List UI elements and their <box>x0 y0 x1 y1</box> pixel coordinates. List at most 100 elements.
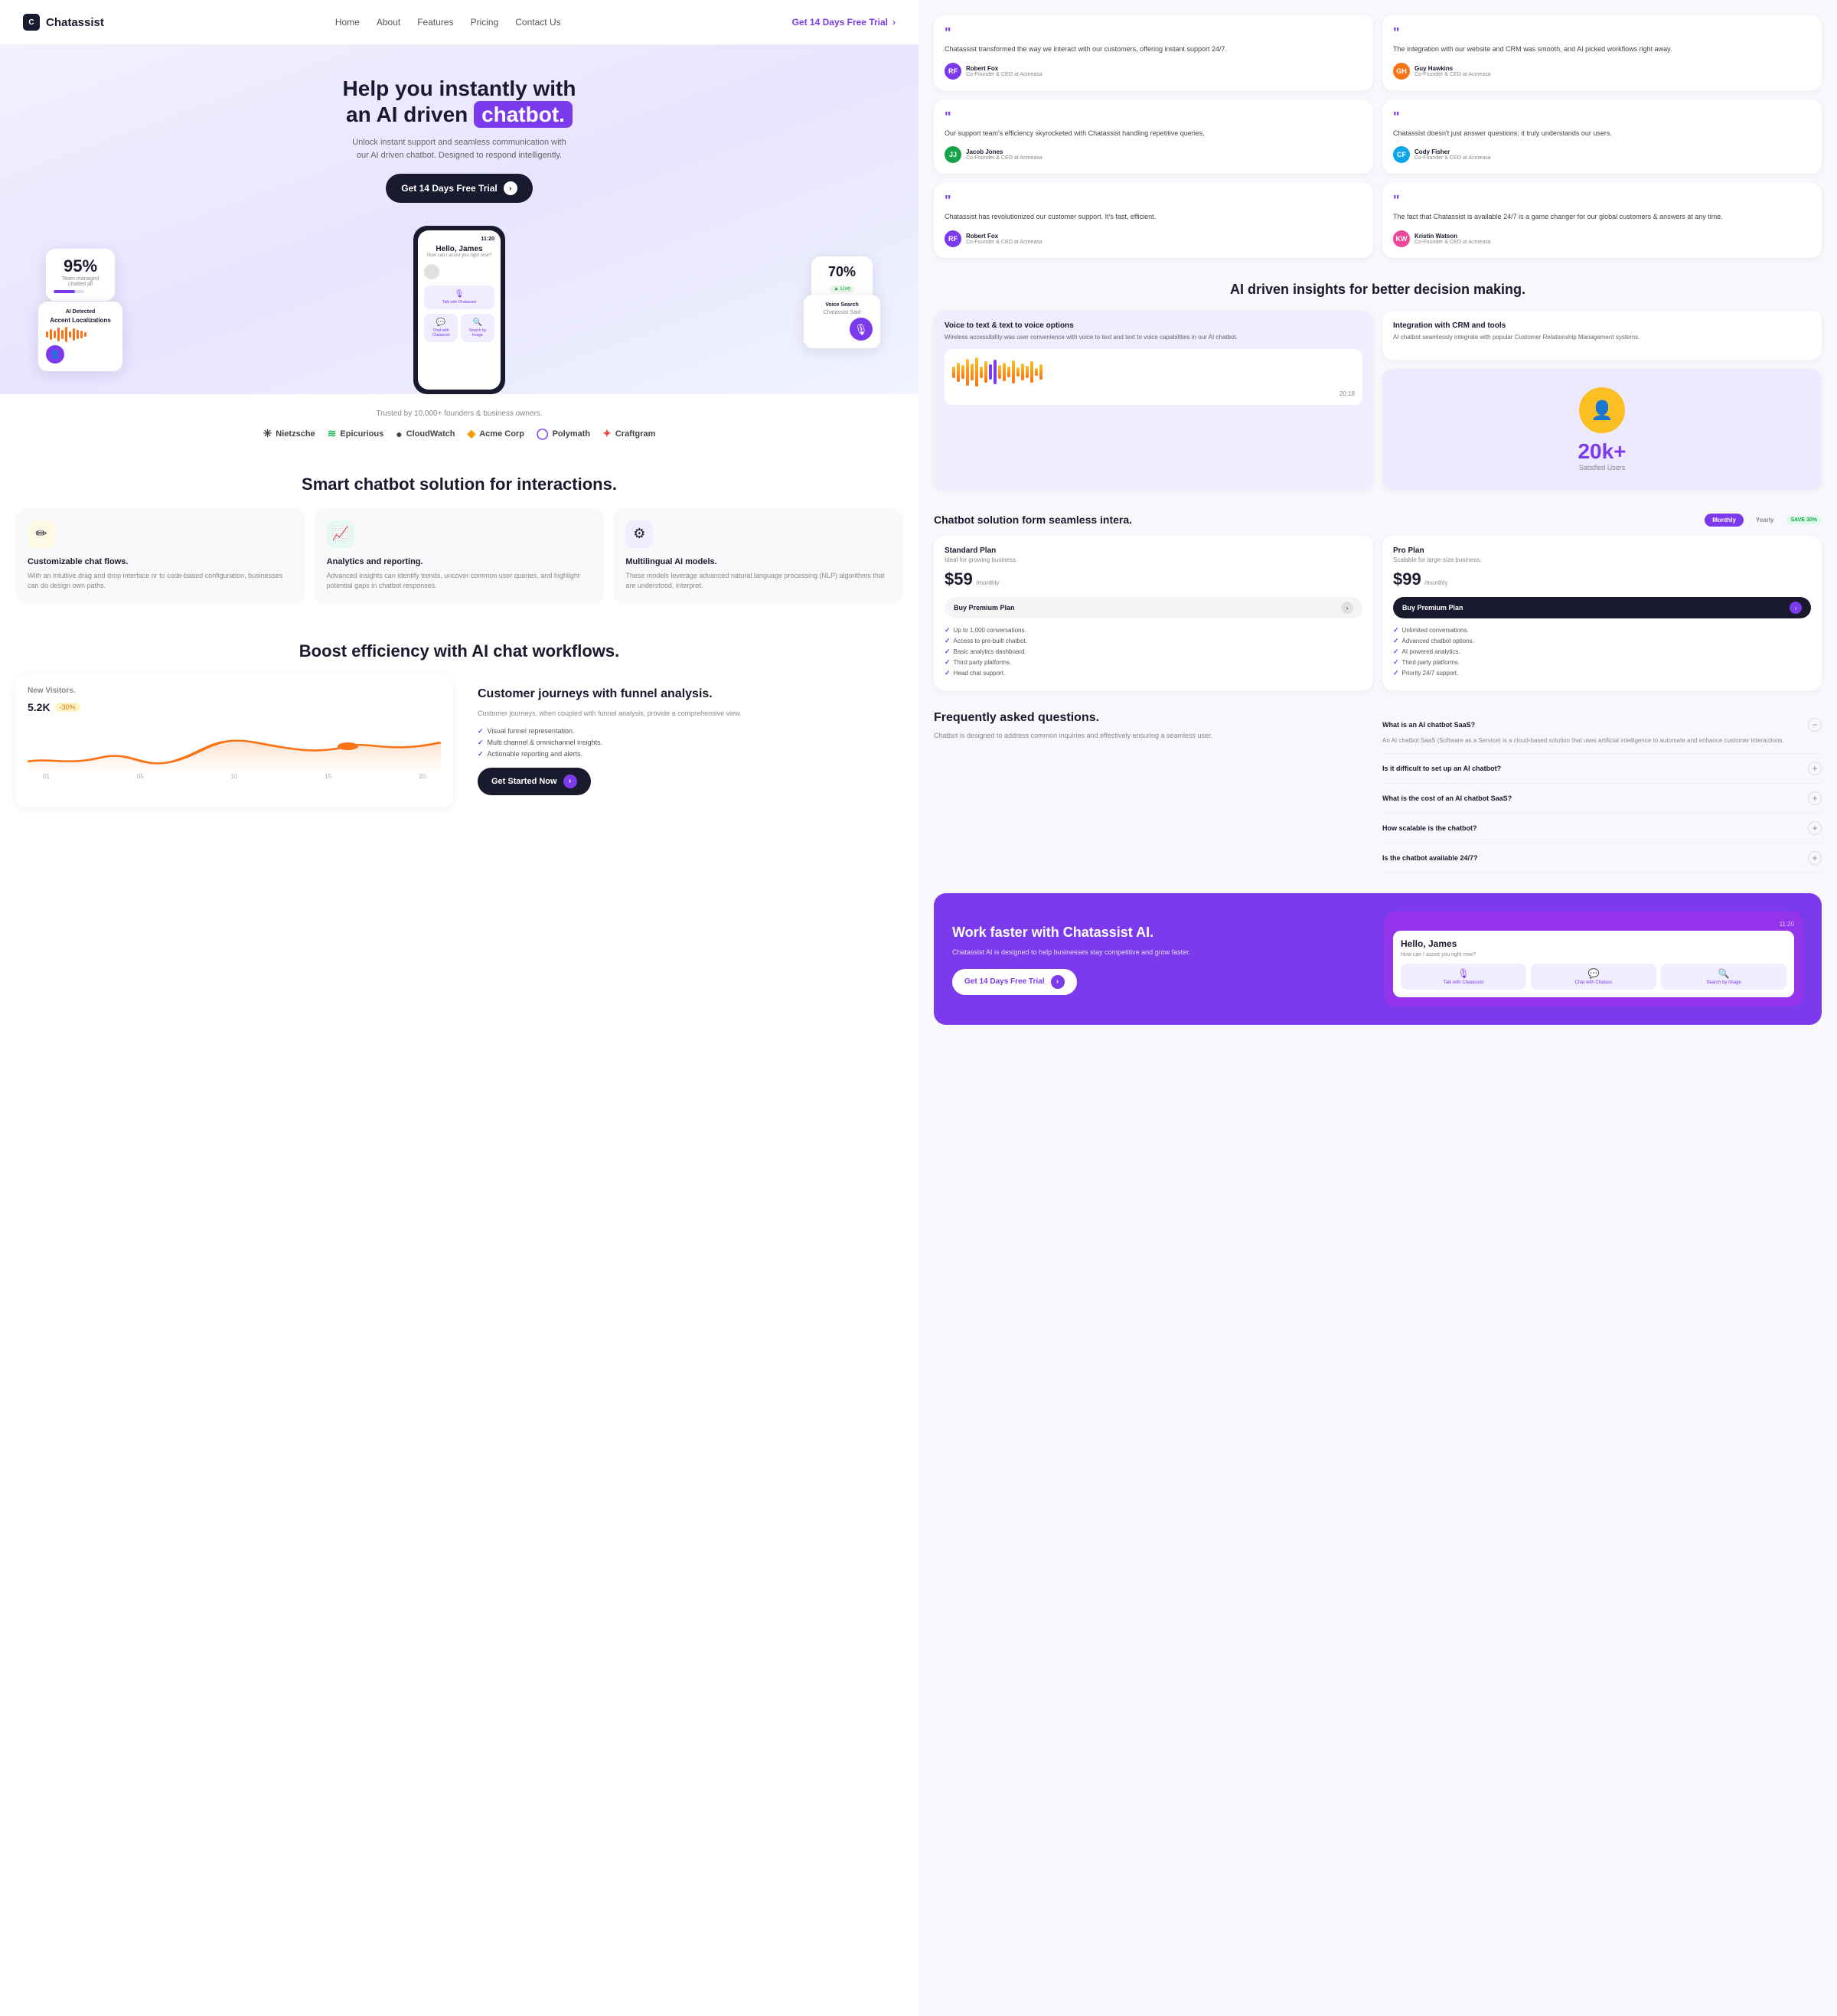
standard-plan-button[interactable]: Buy Premium Plan › <box>945 597 1362 618</box>
started-arrow-icon: › <box>563 775 577 788</box>
faq-question-0[interactable]: What is an AI chatbot SaaS? − <box>1382 718 1822 732</box>
avatar: 👤 <box>46 345 64 364</box>
testimonial-4: " Chatassist has revolutionized our cust… <box>934 183 1373 258</box>
faq-left: Frequently asked questions. Chatbot is d… <box>934 710 1373 873</box>
logo-polymath: ◯ Polymath <box>537 427 590 440</box>
faq-toggle-0[interactable]: − <box>1808 718 1822 732</box>
testimonial-2: " Our support team's efficiency skyrocke… <box>934 99 1373 175</box>
boost-heading: Boost efficiency with AI chat workflows. <box>0 622 918 675</box>
users-insight-card: 👤 20k+ Satisfied Users <box>1382 369 1822 490</box>
faq-grid: Frequently asked questions. Chatbot is d… <box>934 710 1822 873</box>
yearly-toggle[interactable]: Yearly <box>1748 514 1782 527</box>
testimonial-5: " The fact that Chatassist is available … <box>1382 183 1822 258</box>
faq-toggle-2[interactable]: + <box>1808 791 1822 805</box>
pricing-section: Chatbot solution form seamless intera. M… <box>918 505 1837 703</box>
funnel-item-1: Multi channel & omnichannel insights. <box>478 739 891 747</box>
faq-item-2: What is the cost of an AI chatbot SaaS? … <box>1382 784 1822 814</box>
funnel-list: Visual funnel representation. Multi chan… <box>478 727 891 758</box>
standard-features: Up to 1,000 conversations. Access to pre… <box>945 626 1362 677</box>
standard-arrow-icon: › <box>1341 602 1353 614</box>
faq-question-3[interactable]: How scalable is the chatbot? + <box>1382 821 1822 835</box>
logo-craftgram: ✦ Craftgram <box>602 427 655 440</box>
logo-text: Chatassist <box>46 16 104 29</box>
logo-acmecorp: ◆ Acme Corp <box>467 427 524 440</box>
nav-contact[interactable]: Contact Us <box>515 17 560 28</box>
craftgram-icon: ✦ <box>602 427 612 440</box>
hero-cta-button[interactable]: Get 14 Days Free Trial › <box>386 174 532 203</box>
hero-subtext: Unlock instant support and seamless comm… <box>352 136 566 161</box>
logo-icon: C <box>23 14 40 31</box>
faq-toggle-4[interactable]: + <box>1808 851 1822 865</box>
user-avatar-icon: 👤 <box>1579 387 1625 433</box>
phone-btn-talk[interactable]: 🎙 Talk with Chatassist <box>424 285 494 309</box>
waveform-icon <box>46 327 115 342</box>
faq-item-4: Is the chatbot available 24/7? + <box>1382 843 1822 873</box>
funnel-item-0: Visual funnel representation. <box>478 727 891 736</box>
funnel-item-2: Actionable reporting and alerts. <box>478 750 891 758</box>
nietzsche-icon: ✳ <box>263 427 272 440</box>
avatar-3: CF <box>1393 146 1410 163</box>
visitors-chart-card: New Visitors. 5.2K -30% <box>15 674 453 807</box>
cta-footer-button[interactable]: Get 14 Days Free Trial › <box>952 969 1077 995</box>
nav-home[interactable]: Home <box>335 17 360 28</box>
testimonial-0: " Chatassist transformed the way we inte… <box>934 15 1373 90</box>
nav-pricing[interactable]: Pricing <box>471 17 499 28</box>
crm-insight-card: Integration with CRM and tools AI chatbo… <box>1382 311 1822 360</box>
faq-toggle-3[interactable]: + <box>1808 821 1822 835</box>
faq-toggle-1[interactable]: + <box>1808 762 1822 775</box>
phone-btn-search[interactable]: 🔍 Search by Image <box>461 314 494 342</box>
faq-item-1: Is it difficult to set up an AI chatbot?… <box>1382 754 1822 784</box>
cta-phone-btn-talk[interactable]: 🎙 Talk with Chatassist <box>1401 964 1526 990</box>
hero-section: Help you instantly with an AI driven cha… <box>0 45 918 394</box>
chart-funnel-section: New Visitors. 5.2K -30% <box>0 674 918 825</box>
customize-icon: ✏ <box>28 520 55 548</box>
logo: C Chatassist <box>23 14 104 31</box>
monthly-toggle[interactable]: Monthly <box>1705 514 1744 527</box>
logo-nietzsche: ✳ Nietzsche <box>263 427 315 440</box>
cta-phone-btn-chat[interactable]: 💬 Chat with Chatass <box>1531 964 1656 990</box>
author-0: RF Robert Fox Co-Founder & CEO at Acmeas… <box>945 63 1362 80</box>
author-1: GH Guy Hawkins Co-Founder & CEO at Acmea… <box>1393 63 1811 80</box>
hero-cta-arrow-icon: › <box>504 181 517 195</box>
funnel-card: Customer journeys with funnel analysis. … <box>465 674 903 807</box>
nav-links: Home About Features Pricing Contact Us <box>335 17 561 28</box>
epicurious-icon: ≋ <box>328 427 337 440</box>
logo-cloudwatch: ● CloudWatch <box>396 428 455 440</box>
avatar-2: JJ <box>945 146 961 163</box>
faq-question-4[interactable]: Is the chatbot available 24/7? + <box>1382 851 1822 865</box>
nav-features[interactable]: Features <box>417 17 453 28</box>
phone-btn-chat[interactable]: 💬 Chat with Chatassist <box>424 314 458 342</box>
phone-avatar <box>424 264 439 279</box>
cta-phone-btn-search[interactable]: 🔍 Search by Image <box>1661 964 1786 990</box>
faq-question-1[interactable]: Is it difficult to set up an AI chatbot?… <box>1382 762 1822 775</box>
pro-arrow-icon: › <box>1790 602 1802 614</box>
author-5: KW Kristin Watson Co-Founder & CEO at Ac… <box>1393 230 1811 247</box>
feature-card-0: ✏ Customizable chat flows. With an intui… <box>15 508 305 604</box>
hero-headline: Help you instantly with an AI driven cha… <box>23 76 896 127</box>
nav-cta-button[interactable]: Get 14 Days Free Trial › <box>792 17 896 28</box>
avatar-4: RF <box>945 230 961 247</box>
polymath-icon: ◯ <box>537 427 549 440</box>
cta-content: Work faster with Chatassist AI. Chatassi… <box>952 924 1372 995</box>
pricing-header: Chatbot solution form seamless intera. M… <box>934 513 1822 527</box>
save-badge: SAVE 30% <box>1786 516 1822 524</box>
nav-about[interactable]: About <box>377 17 400 28</box>
navbar: C Chatassist Home About Features Pricing… <box>0 0 918 45</box>
quote-mark-4: " <box>945 194 1362 207</box>
float-card-voice: Voice Search Chatassist Said 🎙 <box>804 295 880 348</box>
pro-plan-button[interactable]: Buy Premium Plan › <box>1393 597 1811 618</box>
faq-item-0: What is an AI chatbot SaaS? − An AI chat… <box>1382 710 1822 754</box>
quote-mark-1: " <box>1393 26 1811 40</box>
testimonials-section: " Chatassist transformed the way we inte… <box>918 0 1837 266</box>
faq-question-2[interactable]: What is the cost of an AI chatbot SaaS? … <box>1382 791 1822 805</box>
quote-mark-2: " <box>945 110 1362 124</box>
float-card-95: 95% Team managed chatted all <box>46 249 115 301</box>
pricing-grid: Standard Plan Ideal for growing business… <box>934 536 1822 690</box>
pro-features: Unlimited conversations. Advanced chatbo… <box>1393 626 1811 677</box>
avatar-0: RF <box>945 63 961 80</box>
hero-mockup: 95% Team managed chatted all AI Detected… <box>23 218 896 394</box>
get-started-button[interactable]: Get Started Now › <box>478 768 591 795</box>
feature-card-2: ⚙ Multilingual AI models. These models l… <box>613 508 903 604</box>
acmecorp-icon: ◆ <box>467 427 475 440</box>
avatar-1: GH <box>1393 63 1410 80</box>
